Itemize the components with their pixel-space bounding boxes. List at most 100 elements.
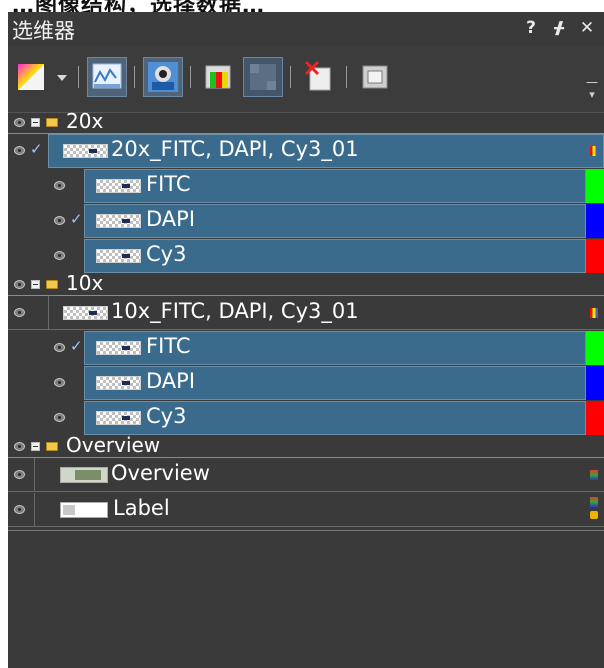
grid-icon[interactable] [243,57,283,97]
channel-row[interactable]: ✓ FITC [8,331,604,365]
eye-icon[interactable] [54,413,65,422]
eye-icon[interactable] [14,308,25,317]
histogram-icon[interactable] [87,57,127,97]
collapse-icon[interactable] [31,280,40,289]
channel-thumbnail-icon [96,376,141,390]
top-strip-text: …图像结构，选择数据… [12,0,265,12]
folder-icon [46,280,58,289]
channels-icon[interactable] [200,58,238,96]
pin-button[interactable]: ᚋ [550,17,568,39]
overview-row[interactable]: Overview [8,458,604,492]
overview-label: Overview [111,461,210,485]
help-button[interactable]: ? [522,17,540,39]
channel-thumbnail-icon [96,341,141,355]
row-divider [8,491,604,492]
title-bar: 选维器 ? ᚋ ✕ [8,12,604,46]
eye-icon[interactable] [54,181,65,190]
channel-row[interactable]: FITC [8,169,604,203]
channel-row[interactable]: ✓ DAPI [8,204,604,238]
group-label: 20x [66,109,104,133]
eye-icon[interactable] [54,378,65,387]
group-label: Overview [66,433,161,457]
label-thumbnail-icon [60,502,108,518]
toolbar-separator [78,66,79,88]
channel-thumbnail-icon [96,179,141,193]
channel-thumbnail-icon [96,249,141,263]
tree-bottom-divider [8,530,604,531]
image-thumbnail-icon [63,144,108,158]
top-strip: …图像结构，选择数据… [0,0,604,12]
image-label: 20x_FITC, DAPI, Cy3_01 [111,137,359,161]
toolbar-separator [346,66,347,88]
channel-color-swatch[interactable] [586,239,604,273]
title-buttons: ? ᚋ ✕ [522,17,596,39]
channel-color-swatch[interactable] [586,366,604,400]
color-image-icon [590,497,598,507]
collapse-icon[interactable] [31,118,40,127]
row-divider [8,526,604,527]
channel-color-swatch[interactable] [586,204,604,238]
checkmark-icon[interactable]: ✓ [70,339,83,354]
toolbar-separator [290,66,291,88]
image-thumbnail-icon [63,306,108,320]
row-divider [34,458,35,492]
eye-icon[interactable] [14,505,25,514]
color-gradient-icon[interactable] [14,58,52,96]
checkmark-icon[interactable]: ✓ [30,142,43,157]
label-row[interactable]: Label [8,493,604,527]
frame-icon[interactable] [356,58,394,96]
channel-color-swatch[interactable] [586,169,604,203]
image-row[interactable]: 10x_FITC, DAPI, Cy3_01 [8,296,604,330]
channel-thumbnail-icon [96,411,141,425]
multichannel-icon [590,308,598,318]
eye-icon[interactable] [14,442,25,451]
group-row[interactable]: 20x [8,109,604,134]
toolbar: ⎺ ▾ [8,48,604,112]
row-divider [34,493,35,527]
close-button[interactable]: ✕ [578,17,596,39]
dropdown-arrow-icon[interactable] [54,58,70,96]
channel-color-swatch[interactable] [586,331,604,365]
eye-icon[interactable] [14,280,25,289]
channel-thumbnail-icon [96,214,141,228]
toolbar-separator [134,66,135,88]
channel-label: DAPI [146,369,196,393]
checkmark-icon[interactable]: ✓ [70,212,83,227]
folder-icon [46,442,58,451]
row-divider [48,296,49,330]
eye-icon[interactable] [14,146,25,155]
folder-icon [46,118,58,127]
channel-row[interactable]: DAPI [8,366,604,400]
tree-view: 20x ✓ 20x_FITC, DAPI, Cy3_01 FITC ✓ DAPI [8,109,604,668]
label-label: Label [113,496,170,520]
view-mode-icon[interactable] [143,57,183,97]
toolbar-overflow-icon[interactable]: ⎺ ▾ [586,82,598,100]
collapse-icon[interactable] [31,442,40,451]
eye-icon[interactable] [54,343,65,352]
channel-label: Cy3 [146,404,187,428]
image-label: 10x_FITC, DAPI, Cy3_01 [111,299,359,323]
channel-row[interactable]: Cy3 [8,401,604,435]
channel-label: Cy3 [146,242,187,266]
channel-label: FITC [146,172,191,196]
row-divider [8,329,604,330]
window-title: 选维器 [12,19,75,43]
toolbar-separator [190,66,191,88]
lock-icon [590,511,598,519]
eye-icon[interactable] [14,118,25,127]
eye-icon[interactable] [54,251,65,260]
eye-icon[interactable] [54,216,65,225]
multichannel-icon [590,146,598,156]
channel-color-swatch[interactable] [586,401,604,435]
color-image-icon [590,470,598,480]
group-row[interactable]: 10x [8,271,604,296]
eye-icon[interactable] [14,470,25,479]
channel-label: DAPI [146,207,196,231]
group-label: 10x [66,271,104,295]
image-row[interactable]: ✓ 20x_FITC, DAPI, Cy3_01 [8,134,604,168]
channel-row[interactable]: Cy3 [8,239,604,273]
overview-thumbnail-icon [60,467,108,483]
selector-panel: 选维器 ? ᚋ ✕ ⎺ ▾ 20x ✓ 20x_FITC, DAPI, Cy3_… [8,12,604,668]
group-row[interactable]: Overview [8,433,604,458]
delete-image-icon[interactable] [300,58,338,96]
